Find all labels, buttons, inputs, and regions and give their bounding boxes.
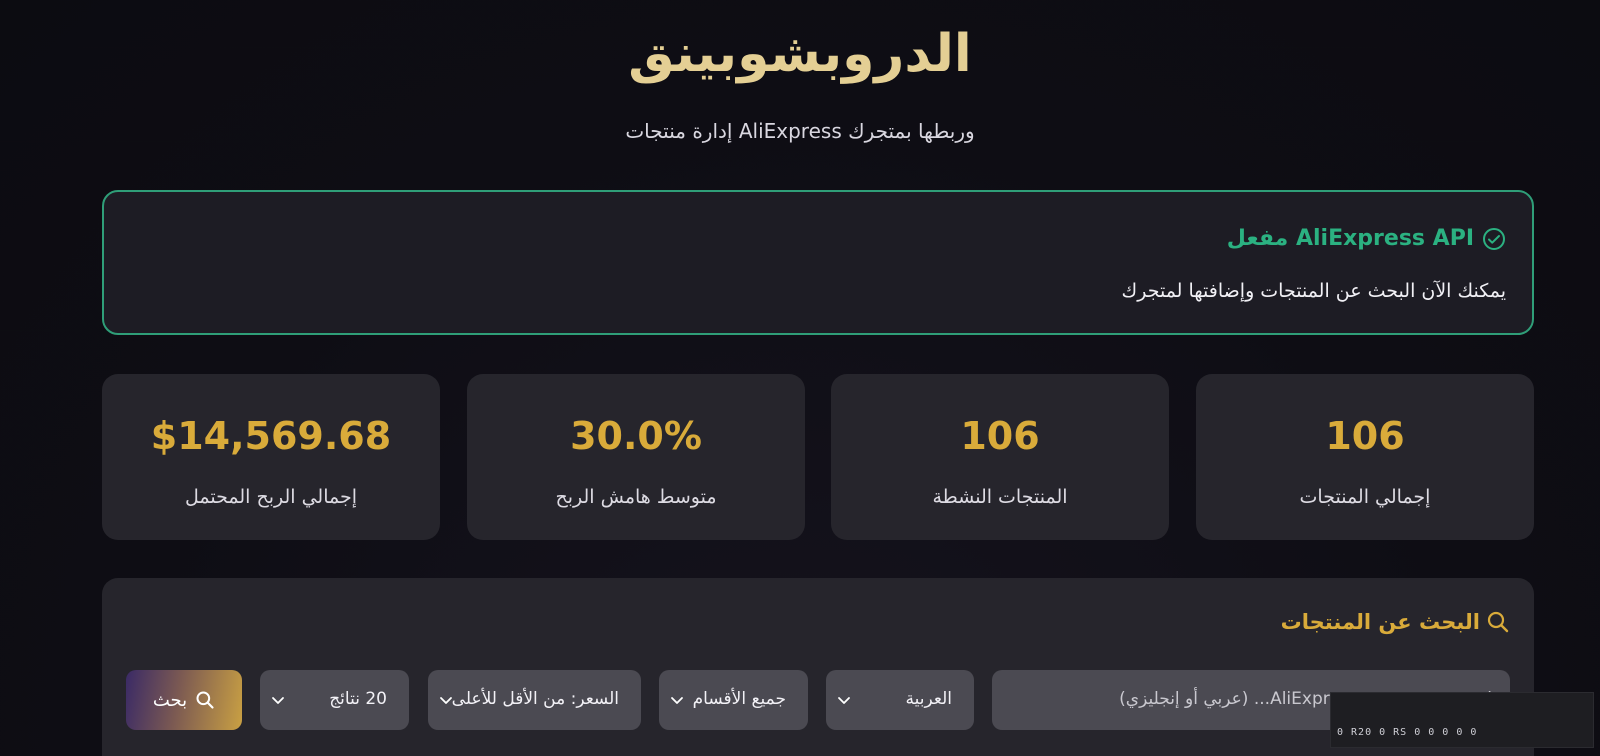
stat-label: إجمالي المنتجات [1299, 486, 1431, 508]
stat-value: 30.0% [570, 414, 702, 458]
sort-select-value: السعر: من الأقل للأعلى [451, 689, 619, 709]
page-title: الدروبشوبينق [628, 24, 972, 84]
category-select[interactable]: جميع الأقسام [659, 670, 808, 730]
page-subtitle: إدارة منتجات AliExpress وربطها بمتجرك [625, 119, 975, 143]
api-status-description: يمكنك الآن البحث عن المنتجات وإضافتها لم… [1121, 280, 1506, 302]
stat-value: $14,569.68 [150, 414, 392, 458]
stat-value: 106 [960, 414, 1040, 458]
chevron-down-icon [838, 697, 850, 704]
api-status-title: AliExpress API مفعل [1227, 226, 1506, 251]
debug-overlay: 0 R20 0 RS 0 0 0 0 0 [1330, 692, 1594, 748]
search-button[interactable]: بحث [126, 670, 242, 730]
api-status-text: AliExpress API مفعل [1226, 226, 1474, 251]
category-select-value: جميع الأقسام [692, 689, 786, 709]
stat-card-total-profit: $14,569.68 إجمالي الربح المحتمل [102, 374, 440, 540]
stats-row: 106 إجمالي المنتجات 106 المنتجات النشطة … [102, 374, 1534, 540]
search-button-label: بحث [152, 689, 188, 711]
stat-card-active-products: 106 المنتجات النشطة [831, 374, 1169, 540]
product-search-panel: البحث عن المنتجات ابحث عن منتج في AliExp… [102, 578, 1534, 756]
stat-value: 106 [1325, 414, 1405, 458]
language-select-value: العربية [905, 689, 952, 709]
check-circle-icon [1483, 227, 1505, 250]
stat-card-total-products: 106 إجمالي المنتجات [1196, 374, 1534, 540]
results-count-value: 20 نتائج [329, 689, 387, 709]
stat-label: متوسط هامش الربح [555, 486, 717, 508]
search-icon [1487, 611, 1509, 633]
search-section-title: البحث عن المنتجات [1281, 610, 1510, 634]
search-icon [196, 691, 214, 709]
stat-label: المنتجات النشطة [932, 486, 1068, 508]
sort-select[interactable]: السعر: من الأقل للأعلى [428, 670, 641, 730]
api-status-card: AliExpress API مفعل يمكنك الآن البحث عن … [102, 190, 1534, 335]
chevron-down-icon [671, 697, 683, 704]
stat-card-avg-margin: 30.0% متوسط هامش الربح [467, 374, 805, 540]
results-count-select[interactable]: 20 نتائج [260, 670, 409, 730]
chevron-down-icon [272, 697, 284, 704]
debug-overlay-text: 0 R20 0 RS 0 0 0 0 0 [1337, 727, 1478, 738]
stat-label: إجمالي الربح المحتمل [184, 486, 358, 508]
search-title-text: البحث عن المنتجات [1280, 610, 1480, 634]
language-select[interactable]: العربية [826, 670, 974, 730]
